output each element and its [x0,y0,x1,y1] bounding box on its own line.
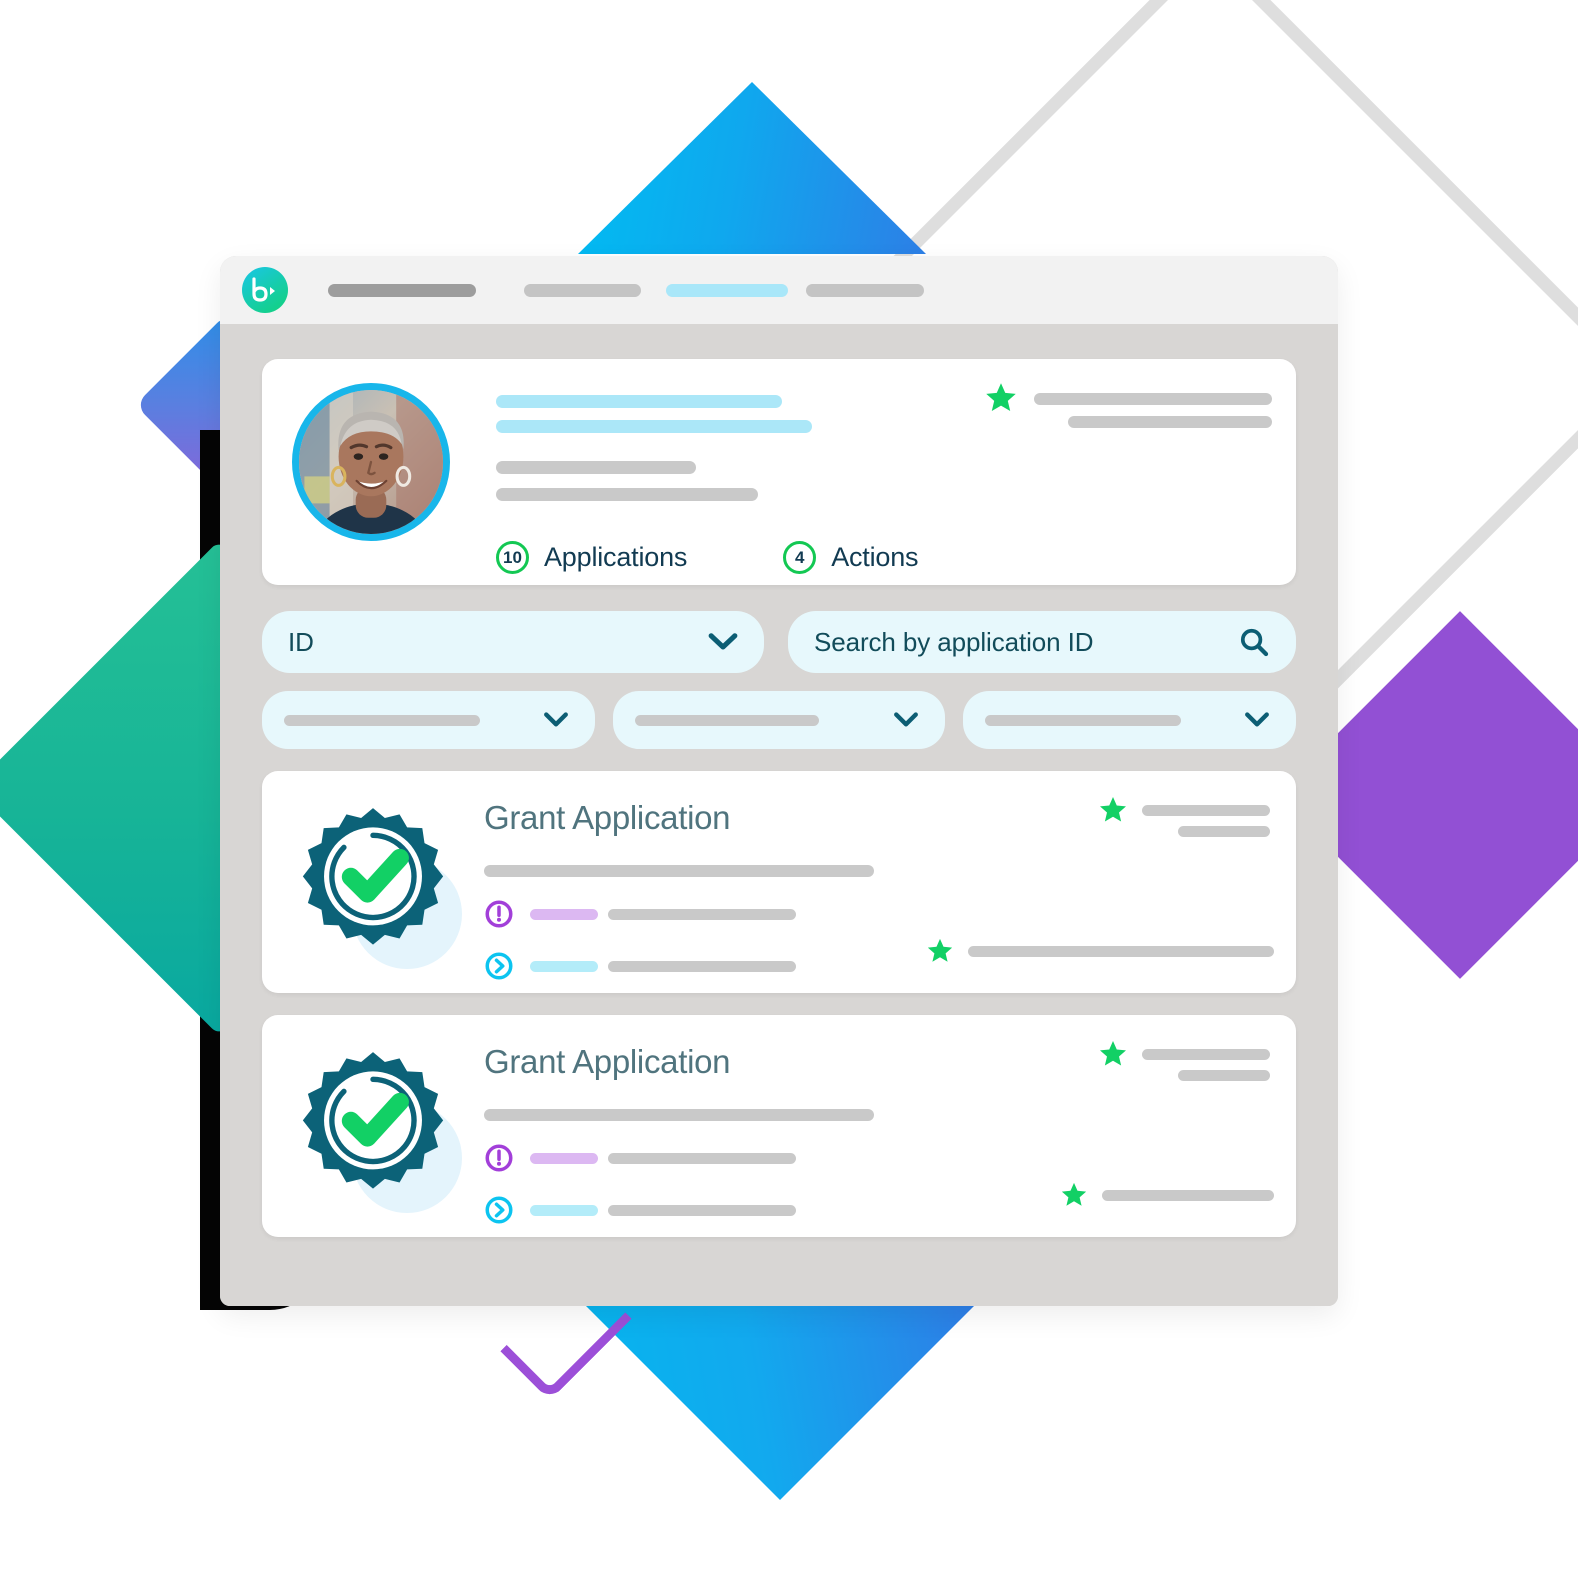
stat-applications[interactable]: 10 Applications [496,541,687,574]
screenshot-stage: 10 Applications 4 Actions ID Search by a… [0,0,1578,1578]
application-seal [290,793,462,971]
rating-placeholder-2 [1068,416,1272,428]
filter-row [262,691,1297,749]
alert-text-placeholder [608,908,796,920]
stat-label: Applications [544,542,688,572]
status-text-placeholder [608,960,796,972]
alert-tag-placeholder [530,1152,598,1164]
application-footer-block [1060,1181,1274,1209]
filter-dropdown-3[interactable] [963,691,1297,749]
status-tag-placeholder [530,1204,598,1216]
filter-dropdown-1[interactable] [262,691,595,749]
application-subtitle-placeholder [484,1109,874,1121]
app-titlebar [220,256,1338,324]
nav-item-4[interactable] [806,283,924,297]
rating-placeholder-lines [1034,381,1272,428]
chevron-down-icon[interactable] [1244,711,1270,729]
profile-meta-placeholder-2 [496,488,758,501]
search-input[interactable]: Search by application ID [788,611,1296,673]
application-card[interactable]: Grant Application [262,1015,1296,1237]
arrow-right-circle-icon [485,952,513,980]
rating-placeholder-2 [1178,1070,1270,1081]
decorative-triangle-bottom [585,1305,975,1500]
nav-item-1[interactable] [328,283,476,297]
application-card[interactable]: Grant Application [262,771,1296,993]
profile-subtitle-placeholder [496,420,812,433]
application-alert-line [484,1143,1268,1173]
star-icon [986,383,1016,412]
filter-placeholder-label [634,714,819,726]
id-select-value: ID [288,626,314,657]
app-viewport: 10 Applications 4 Actions ID Search by a… [220,324,1338,1306]
b-chevron-logo[interactable] [242,267,288,313]
star-icon [1061,1182,1087,1206]
star-icon [1100,797,1126,822]
stat-label: Actions [831,542,919,572]
chevron-down-icon[interactable] [708,632,738,652]
verified-badge-check-icon [302,808,444,945]
application-rating-block [1098,1039,1270,1081]
application-seal [290,1037,462,1215]
id-select[interactable]: ID [262,611,764,673]
search-icon[interactable] [1238,626,1270,658]
application-rating-lines [1142,795,1270,837]
profile-rating-block [984,381,1272,428]
nav-item-3[interactable] [666,283,788,297]
filter-dropdown-2[interactable] [612,691,946,749]
alert-tag-placeholder [530,908,598,920]
application-footer-placeholder [968,945,1274,957]
rating-placeholder-1 [1142,1049,1270,1060]
search-row: ID Search by application ID [262,611,1296,673]
alert-circle-icon [485,900,513,928]
application-subtitle-placeholder [484,865,874,877]
profile-name-placeholder [496,395,782,408]
application-rating-lines [1142,1039,1270,1081]
profile-meta-placeholder-1 [496,461,696,474]
application-rating-block [1098,795,1270,837]
verified-badge-check-icon [302,1052,444,1189]
decorative-triangle-top [578,82,926,254]
profile-stats: 10 Applications 4 Actions [496,541,1266,574]
application-footer-placeholder [1102,1189,1274,1201]
rating-placeholder-1 [1034,393,1272,405]
stat-count-badge: 4 [783,541,817,574]
alert-text-placeholder [608,1152,796,1164]
chevron-down-icon[interactable] [543,711,569,729]
rating-placeholder-2 [1178,826,1270,837]
app-window: 10 Applications 4 Actions ID Search by a… [220,256,1338,1306]
chevron-down-icon[interactable] [893,711,919,729]
stat-actions[interactable]: 4 Actions [783,541,919,574]
profile-card: 10 Applications 4 Actions [262,359,1296,585]
status-text-placeholder [608,1204,796,1216]
search-placeholder: Search by application ID [814,626,1094,657]
star-icon [927,938,953,962]
avatar[interactable] [292,383,450,541]
rating-placeholder-1 [1142,805,1270,816]
filter-placeholder-label [284,714,480,726]
nav-item-2[interactable] [524,283,641,297]
stat-count-badge: 10 [496,541,529,574]
arrow-right-circle-icon [485,1196,513,1224]
alert-circle-icon [485,1144,513,1172]
star-icon [1100,1041,1126,1066]
avatar-photo [299,390,443,534]
filter-placeholder-label [985,714,1182,726]
app-navbar [328,283,924,297]
application-footer-block [926,937,1274,965]
status-tag-placeholder [530,960,598,972]
application-alert-line [484,899,1268,929]
